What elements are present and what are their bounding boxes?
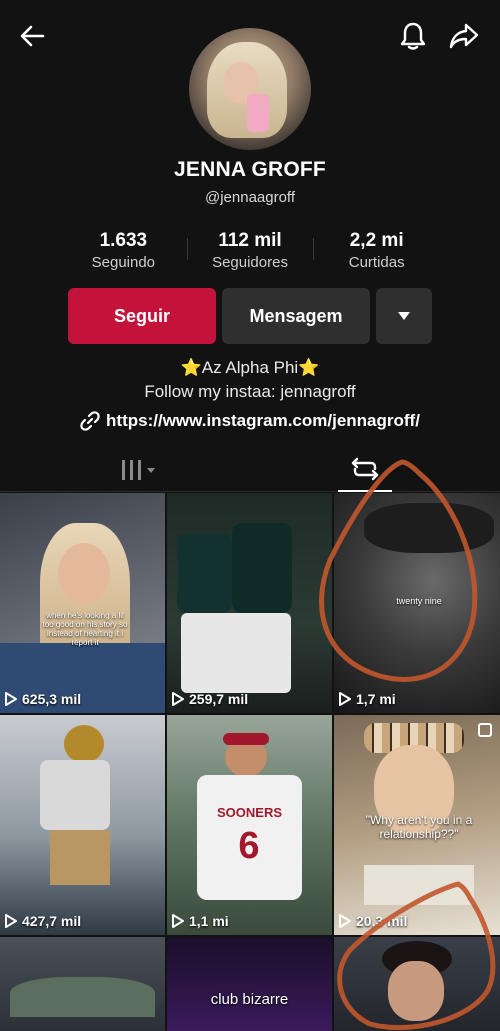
- username: @jennaagroff: [204, 189, 295, 206]
- video-views: 259,7 mil: [171, 691, 248, 707]
- video-tile[interactable]: 259,7 mil: [167, 493, 332, 713]
- video-thumbnail-jersey: [40, 760, 110, 830]
- video-thumbnail-player2: [232, 523, 292, 613]
- video-thumbnail-number: 6: [238, 825, 260, 867]
- video-views-count: 1,1 mi: [189, 913, 229, 929]
- stat-label: Curtidas: [348, 254, 405, 271]
- video-tile[interactable]: twenty nine 1,7 mi: [334, 493, 500, 713]
- video-views: 427,7 mil: [4, 913, 81, 929]
- grid-icon: [122, 460, 155, 480]
- profile-tabs: [0, 448, 500, 492]
- play-icon: [339, 914, 351, 928]
- video-views: 1,7 mi: [338, 691, 396, 707]
- video-views: 1,1 mi: [171, 913, 229, 929]
- video-thumbnail-shirt: [364, 865, 474, 905]
- video-views-count: 427,7 mil: [22, 913, 82, 929]
- stat-followers[interactable]: 112 mil Seguidores: [186, 230, 314, 276]
- bio-link-text: https://www.instagram.com/jennagroff/: [106, 411, 420, 430]
- stat-label: Seguidores: [212, 254, 288, 271]
- video-thumbnail-face: [388, 961, 444, 1021]
- stat-label: Seguindo: [91, 254, 156, 271]
- bio-line: Follow my instaa: jennagroff: [144, 382, 356, 401]
- play-icon: [5, 914, 17, 928]
- profile-stats: 1.633 Seguindo 112 mil Seguidores 2,2 mi…: [60, 230, 440, 276]
- video-tile[interactable]: when he's looking a lil too good on his …: [0, 493, 165, 713]
- video-thumbnail-helmet: [64, 725, 104, 763]
- video-tile[interactable]: [0, 937, 165, 1031]
- back-button[interactable]: [12, 16, 52, 56]
- play-icon: [5, 692, 17, 706]
- stat-value: 1.633: [99, 230, 148, 251]
- video-views-count: 1,7 mi: [356, 691, 396, 707]
- video-views-count: 625,3 mil: [22, 691, 82, 707]
- bell-icon: [400, 22, 426, 50]
- profile-actions: Seguir Mensagem: [68, 288, 432, 344]
- video-views: 625,3 mil: [4, 691, 81, 707]
- video-tile[interactable]: club bizarre: [167, 937, 332, 1031]
- share-button[interactable]: [444, 16, 484, 56]
- video-caption: SOONERS: [216, 805, 282, 820]
- message-button[interactable]: Mensagem: [222, 288, 370, 344]
- tab-videos[interactable]: [110, 448, 170, 492]
- video-caption: club bizarre: [210, 991, 289, 1008]
- caret-down-icon: [398, 312, 410, 320]
- share-icon: [449, 23, 479, 49]
- notifications-button[interactable]: [393, 16, 433, 56]
- stat-likes[interactable]: 2,2 mi Curtidas: [313, 230, 440, 276]
- video-caption: "Why aren't you in a relationship??": [365, 813, 473, 841]
- video-caption: twenty nine: [396, 596, 442, 606]
- display-name: JENNA GROFF: [174, 158, 326, 181]
- link-icon: [80, 411, 100, 431]
- play-icon: [172, 914, 184, 928]
- video-thumbnail-pants: [50, 830, 110, 885]
- repost-icon: [351, 457, 379, 481]
- video-thumbnail-hair: [364, 503, 494, 553]
- video-views-count: 259,7 mil: [189, 691, 249, 707]
- video-tile[interactable]: "Why aren't you in a relationship??" 20,…: [334, 715, 500, 935]
- stat-following[interactable]: 1.633 Seguindo: [60, 230, 187, 276]
- video-tile[interactable]: SOONERS 6 1,1 mi: [167, 715, 332, 935]
- video-thumbnail-stadium: [10, 977, 155, 1017]
- video-caption: when he's looking a lil too good on his …: [42, 611, 128, 647]
- play-icon: [339, 692, 351, 706]
- video-thumbnail-headband: [223, 733, 269, 745]
- video-thumbnail-pants: [181, 613, 291, 693]
- video-thumbnail-face: [58, 543, 110, 605]
- bio-link[interactable]: https://www.instagram.com/jennagroff/: [0, 411, 500, 431]
- avatar-phone: [247, 94, 269, 132]
- video-tile[interactable]: [334, 937, 500, 1031]
- bio-line: ⭐Az Alpha Phi⭐: [180, 358, 320, 377]
- tab-reposts[interactable]: [338, 448, 392, 492]
- video-views: 20,3 mil: [338, 913, 407, 929]
- follow-button[interactable]: Seguir: [68, 288, 216, 344]
- video-thumbnail-player1: [177, 533, 232, 613]
- bio: ⭐Az Alpha Phi⭐ Follow my instaa: jennagr…: [0, 356, 500, 404]
- stat-value: 112 mil: [218, 230, 282, 251]
- arrow-left-icon: [20, 25, 45, 47]
- stat-value: 2,2 mi: [349, 230, 404, 251]
- profile-avatar[interactable]: [189, 28, 311, 150]
- multi-photo-icon: [478, 723, 492, 737]
- more-options-button[interactable]: [376, 288, 432, 344]
- play-icon: [172, 692, 184, 706]
- video-tile[interactable]: 427,7 mil: [0, 715, 165, 935]
- video-views-count: 20,3 mil: [356, 913, 408, 929]
